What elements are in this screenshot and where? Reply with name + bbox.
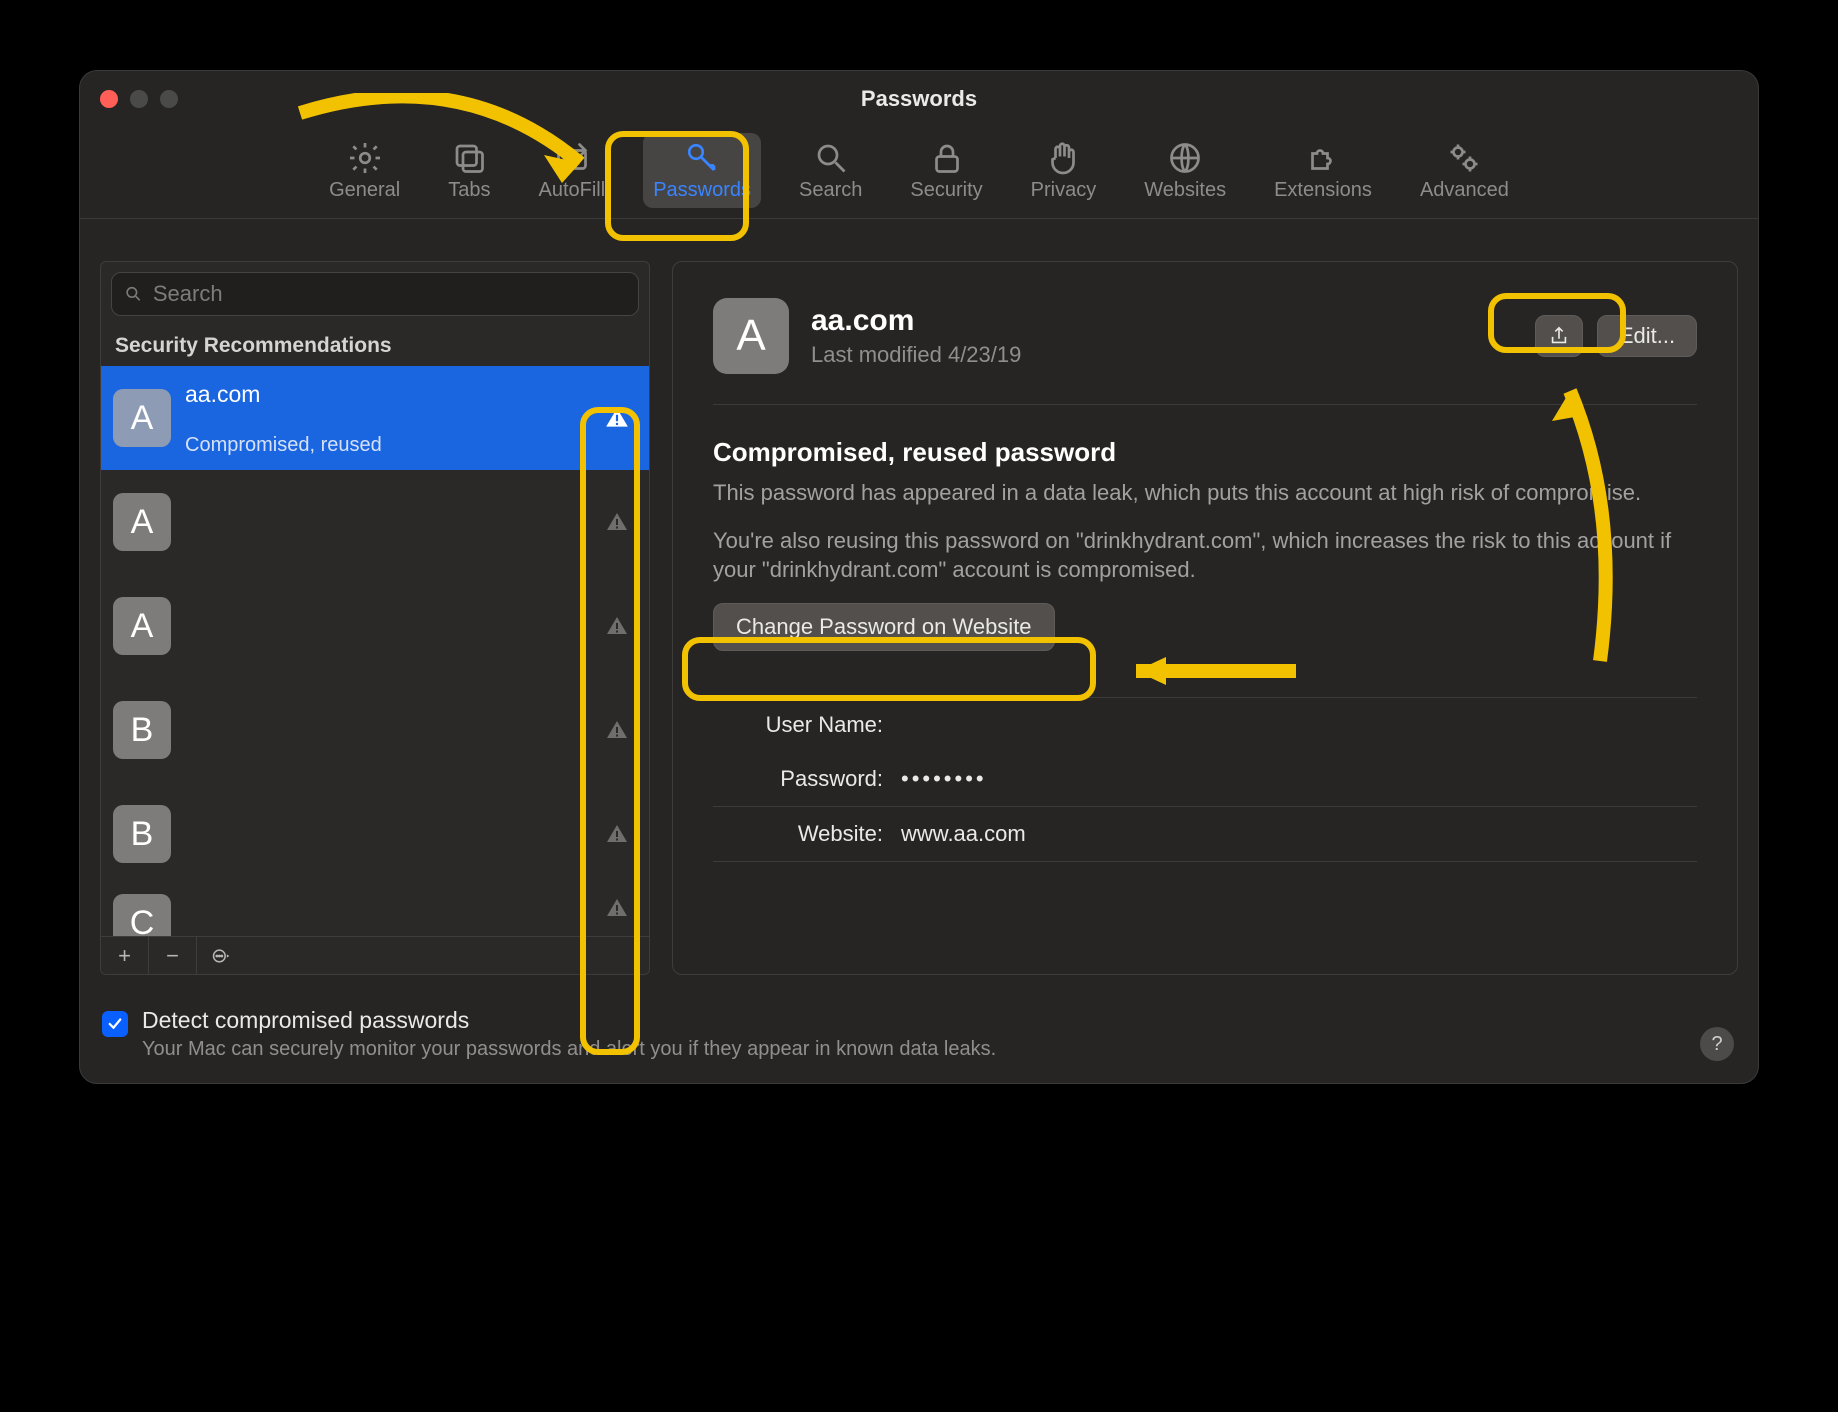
tabs-icon bbox=[451, 141, 487, 175]
warning-text-1: This password has appeared in a data lea… bbox=[713, 478, 1697, 508]
add-button[interactable]: + bbox=[101, 937, 149, 974]
content-area: Security Recommendations A aa.com Compro… bbox=[80, 219, 1758, 993]
toolbar-label: Privacy bbox=[1031, 179, 1097, 202]
list-toolbar: + − bbox=[101, 936, 649, 974]
titlebar: Passwords bbox=[80, 71, 1758, 127]
key-icon bbox=[684, 141, 720, 175]
more-button[interactable] bbox=[197, 937, 245, 974]
toolbar-label: AutoFill bbox=[538, 179, 605, 202]
share-button[interactable] bbox=[1535, 315, 1583, 357]
globe-icon bbox=[1167, 141, 1203, 175]
search-icon bbox=[124, 284, 143, 304]
list-item-blank bbox=[185, 410, 589, 432]
password-list[interactable]: A aa.com Compromised, reused A bbox=[101, 366, 649, 936]
hand-icon bbox=[1045, 141, 1081, 175]
warning-icon bbox=[603, 894, 631, 922]
detect-compromised-checkbox[interactable] bbox=[102, 1011, 128, 1037]
avatar: A bbox=[113, 597, 171, 655]
password-value[interactable]: •••••••• bbox=[901, 766, 987, 792]
avatar: B bbox=[113, 701, 171, 759]
tab-passwords[interactable]: Passwords bbox=[643, 133, 761, 208]
list-item[interactable]: A bbox=[101, 574, 649, 678]
lock-icon bbox=[929, 141, 965, 175]
list-item-domain: aa.com bbox=[185, 381, 589, 408]
preferences-toolbar: General Tabs AutoFill Passwords Search bbox=[80, 127, 1758, 219]
password-label: Password: bbox=[713, 766, 883, 792]
remove-button[interactable]: − bbox=[149, 937, 197, 974]
list-item[interactable]: C bbox=[101, 886, 649, 936]
warning-icon bbox=[603, 612, 631, 640]
avatar: B bbox=[113, 805, 171, 863]
tab-extensions[interactable]: Extensions bbox=[1264, 133, 1382, 208]
credential-fields: User Name: Password: •••••••• Website: w… bbox=[713, 697, 1697, 862]
tab-general[interactable]: General bbox=[319, 133, 410, 208]
toolbar-label: Tabs bbox=[448, 179, 490, 202]
edit-button[interactable]: Edit... bbox=[1597, 315, 1697, 357]
warning-icon bbox=[603, 508, 631, 536]
toolbar-label: Extensions bbox=[1274, 179, 1372, 202]
detail-modified: Last modified 4/23/19 bbox=[811, 342, 1513, 368]
tab-privacy[interactable]: Privacy bbox=[1021, 133, 1107, 208]
password-detail-panel: A aa.com Last modified 4/23/19 Edit... C… bbox=[672, 261, 1738, 975]
gear-icon bbox=[347, 141, 383, 175]
username-label: User Name: bbox=[713, 712, 883, 738]
tab-search[interactable]: Search bbox=[789, 133, 872, 208]
toolbar-label: Websites bbox=[1144, 179, 1226, 202]
footer-title: Detect compromised passwords bbox=[142, 1007, 996, 1034]
avatar: A bbox=[113, 493, 171, 551]
search-field[interactable] bbox=[111, 272, 639, 316]
list-item[interactable]: B bbox=[101, 678, 649, 782]
avatar: A bbox=[113, 389, 171, 447]
warning-icon bbox=[603, 716, 631, 744]
help-button[interactable]: ? bbox=[1700, 1027, 1734, 1061]
tab-security[interactable]: Security bbox=[900, 133, 992, 208]
toolbar-label: Passwords bbox=[653, 179, 751, 202]
toolbar-label: General bbox=[329, 179, 400, 202]
password-list-panel: Security Recommendations A aa.com Compro… bbox=[100, 261, 650, 975]
tab-autofill[interactable]: AutoFill bbox=[528, 133, 615, 208]
list-item[interactable]: B bbox=[101, 782, 649, 886]
toolbar-label: Advanced bbox=[1420, 179, 1509, 202]
search-input[interactable] bbox=[153, 281, 626, 307]
search-icon bbox=[813, 141, 849, 175]
checkmark-icon bbox=[106, 1015, 124, 1033]
toolbar-label: Security bbox=[910, 179, 982, 202]
avatar: C bbox=[113, 894, 171, 936]
change-password-button[interactable]: Change Password on Website bbox=[713, 603, 1055, 651]
autofill-icon bbox=[554, 141, 590, 175]
gears-icon bbox=[1446, 141, 1482, 175]
list-item-subtitle: Compromised, reused bbox=[185, 434, 589, 456]
footer: Detect compromised passwords Your Mac ca… bbox=[80, 993, 1758, 1083]
warning-icon bbox=[603, 820, 631, 848]
list-item[interactable]: A bbox=[101, 470, 649, 574]
website-label: Website: bbox=[713, 821, 883, 847]
window-title: Passwords bbox=[80, 86, 1758, 112]
tab-websites[interactable]: Websites bbox=[1134, 133, 1236, 208]
detail-domain: aa.com bbox=[811, 304, 1513, 338]
tab-advanced[interactable]: Advanced bbox=[1410, 133, 1519, 208]
detail-header: A aa.com Last modified 4/23/19 Edit... bbox=[713, 298, 1697, 405]
warning-icon bbox=[603, 404, 631, 432]
puzzle-icon bbox=[1305, 141, 1341, 175]
preferences-window: Passwords General Tabs AutoFill Passwor bbox=[79, 70, 1759, 1084]
warning-title: Compromised, reused password bbox=[713, 437, 1697, 468]
share-icon bbox=[1548, 325, 1570, 347]
section-header: Security Recommendations bbox=[101, 324, 649, 366]
list-item[interactable]: A aa.com Compromised, reused bbox=[101, 366, 649, 470]
website-value[interactable]: www.aa.com bbox=[901, 821, 1026, 847]
warning-text-2: You're also reusing this password on "dr… bbox=[713, 526, 1697, 585]
toolbar-label: Search bbox=[799, 179, 862, 202]
warning-section: Compromised, reused password This passwo… bbox=[713, 405, 1697, 651]
footer-subtitle: Your Mac can securely monitor your passw… bbox=[142, 1038, 996, 1061]
detail-avatar: A bbox=[713, 298, 789, 374]
tab-tabs[interactable]: Tabs bbox=[438, 133, 500, 208]
